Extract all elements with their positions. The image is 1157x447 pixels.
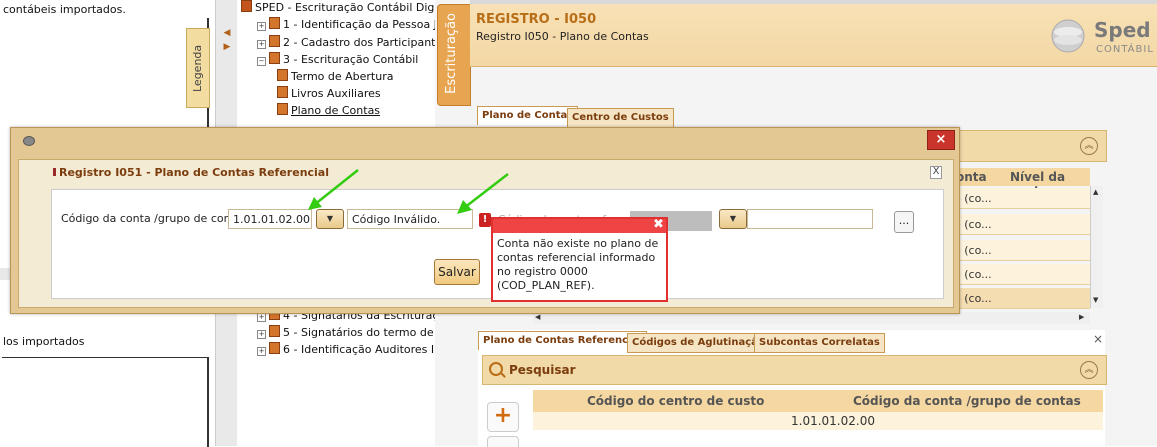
tree-node-signatarios-termo[interactable]: +5 - Signatários do termo de verificação (257, 325, 435, 341)
import-list-box-2 (2, 357, 209, 447)
chevron-down-icon[interactable]: ▼ (719, 209, 747, 229)
tree-node-label: Livros Auxiliares (291, 87, 381, 100)
save-button[interactable]: Salvar (434, 259, 480, 285)
bottom-grid-col-conta[interactable]: Código da conta /grupo de contas (853, 394, 1081, 408)
browse-button[interactable]: ... (894, 211, 914, 233)
referencial-description-field[interactable] (747, 209, 873, 229)
bottom-grid-col-centro-custo[interactable]: Código do centro de custo (587, 394, 764, 408)
grid-vertical-scrollbar[interactable]: ▲ ▼ (1090, 186, 1103, 308)
tab-centro-custos[interactable]: Centro de Custos (567, 108, 674, 128)
tree-node-escrituracao[interactable]: − 3 - Escrituração Contábil (257, 52, 418, 68)
add-button[interactable]: + (487, 402, 519, 432)
modal-titlebar[interactable] (11, 128, 959, 152)
tab-subcontas-correlatas[interactable]: Subcontas Correlatas (754, 333, 885, 353)
tree-node-label: 3 - Escrituração Contábil (283, 53, 419, 66)
expand-icon[interactable]: + (257, 347, 266, 356)
bottom-close-icon[interactable]: × (1093, 332, 1103, 346)
collapse-chevron-icon[interactable]: ︽ (1080, 361, 1098, 379)
error-tooltip: ✖ Conta não existe no plano de contas re… (491, 217, 668, 302)
sped-logo: Sped CONTÁBIL (1040, 14, 1154, 58)
collapse-chevron-icon[interactable]: ︽ (1080, 137, 1098, 155)
search-bar: Pesquisar ︽ (482, 355, 1107, 385)
tree-node-label: 2 - Cadastro dos Participantes (283, 36, 436, 49)
legend-tab[interactable]: Legenda (186, 28, 210, 108)
import-status-text: contábeis importados. (3, 3, 126, 16)
tab-codigos-aglutinacao[interactable]: Códigos de Aglutinação (627, 333, 770, 353)
escrituracao-side-tab[interactable]: Escrituração (437, 4, 471, 106)
modal-close-button[interactable]: × (927, 130, 955, 150)
table-row[interactable]: 1.01.01.02.00 (533, 412, 1103, 430)
annotation-arrow-icon (457, 173, 509, 214)
scroll-right-icon[interactable]: ▶ (1079, 313, 1084, 321)
book-icon (269, 17, 280, 29)
tree-node-termo-abertura[interactable]: Termo de Abertura (277, 69, 393, 85)
scroll-up-icon[interactable]: ▲ (1093, 188, 1098, 196)
book-icon (269, 35, 280, 47)
error-message: Conta não existe no plano de contas refe… (497, 237, 659, 292)
book-icon (269, 52, 280, 64)
tab-plano-contas-referencial[interactable]: Plano de Contas Referencial (478, 331, 647, 350)
book-icon (277, 103, 288, 115)
tree-node-label: Plano de Contas (291, 104, 381, 117)
app-icon (23, 136, 35, 146)
expand-icon[interactable]: + (257, 40, 266, 49)
error-tooltip-header (493, 219, 666, 233)
book-icon (277, 69, 288, 81)
logo-sub-text: CONTÁBIL (1096, 44, 1154, 55)
tree-node-cadastro[interactable]: +2 - Cadastro dos Participantes (257, 35, 436, 51)
register-panel-title: Registro I051 - Plano de Contas Referenc… (59, 166, 330, 179)
search-label: Pesquisar (509, 363, 576, 377)
book-icon (269, 325, 280, 337)
tree-node-label: SPED - Escrituração Contábil Digital (255, 1, 436, 14)
close-icon[interactable]: ✖ (653, 218, 665, 232)
expand-icon[interactable]: + (257, 22, 266, 31)
collapse-icon[interactable]: − (257, 57, 266, 66)
tree-node-auditores[interactable]: +6 - Identificação Auditores Independent… (257, 342, 435, 358)
scroll-left-icon[interactable]: ◀ (535, 313, 540, 321)
side-tab-label: Escrituração (444, 13, 459, 94)
tree-node-livros-auxiliares[interactable]: Livros Auxiliares (277, 86, 381, 102)
tree-node-label: 6 - Identificação Auditores Independente… (283, 343, 435, 356)
scroll-down-icon[interactable]: ▼ (1093, 296, 1098, 304)
tree-node-plano-contas[interactable]: Plano de Contas (277, 103, 380, 119)
account-code-label: Código da conta /grupo de contas (61, 212, 248, 225)
expand-icon[interactable]: + (257, 330, 266, 339)
book-icon (277, 86, 288, 98)
tree-node-root[interactable]: SPED - Escrituração Contábil Digital (241, 0, 436, 16)
logo-main-text: Sped (1094, 18, 1151, 42)
annotation-arrow-icon (308, 169, 359, 210)
book-icon (241, 0, 252, 12)
collapse-left-icon[interactable]: ◀ (223, 28, 231, 38)
register-subtitle: Registro I050 - Plano de Contas (476, 30, 649, 43)
bottom-grid-header: Código do centro de custo Código da cont… (533, 390, 1103, 412)
tree-node-identificacao[interactable]: +1 - Identificação da Pessoa Jurídica (257, 17, 435, 33)
tree-node-label: 1 - Identificação da Pessoa Jurídica (283, 18, 435, 31)
tab-plano-contas[interactable]: Plano de Contas (477, 106, 579, 125)
table-cell: 1.01.01.02.00 (791, 414, 875, 428)
secondary-button[interactable] (487, 436, 519, 447)
register-title: REGISTRO - I050 (476, 12, 597, 27)
expand-right-icon[interactable]: ▶ (223, 42, 231, 52)
tree-node-label: Termo de Abertura (291, 70, 394, 83)
tree-node-label: 5 - Signatários do termo de verificação (283, 326, 435, 339)
legend-label: Legenda (191, 44, 204, 92)
panel-close-button[interactable]: X (930, 166, 942, 179)
drag-handle-icon (53, 168, 56, 176)
import-status-text-2: los importados (3, 335, 85, 348)
expand-icon[interactable]: + (257, 313, 266, 322)
grid-col-conta[interactable]: onta (956, 170, 987, 184)
search-icon[interactable] (489, 362, 503, 376)
book-icon (269, 342, 280, 354)
